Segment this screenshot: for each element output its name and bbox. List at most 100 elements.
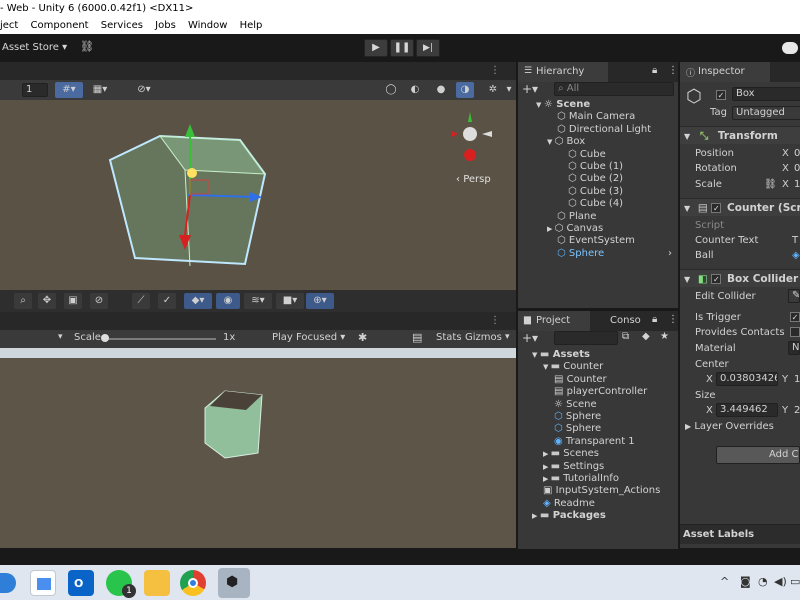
play-button[interactable]: ▶	[364, 39, 388, 57]
project-item[interactable]: ▼ ▬ Counter	[543, 361, 603, 373]
provides-contacts-checkbox[interactable]	[790, 327, 800, 339]
material-field[interactable]: No	[788, 341, 800, 355]
foldout-arrow-icon[interactable]: ▶	[532, 512, 540, 520]
project-item[interactable]: ▼ ▬ Assets	[532, 349, 590, 361]
snap-tool-icon[interactable]: ✓	[158, 293, 176, 309]
scale-slider-track[interactable]	[104, 338, 216, 340]
scale-slider-handle[interactable]	[101, 334, 109, 342]
is-trigger-checkbox[interactable]: ✓	[790, 312, 800, 324]
hierarchy-item[interactable]: ⬡ Plane	[557, 211, 596, 223]
project-item[interactable]: ▶ ▬ Settings	[543, 461, 604, 473]
menu-item-component[interactable]: Component	[31, 20, 89, 31]
menu-item-edit[interactable]: ject	[0, 20, 18, 31]
outlook-icon[interactable]: O	[68, 570, 94, 596]
account-icon[interactable]	[782, 42, 798, 54]
hierarchy-item[interactable]: ⬡ Cube (3)	[568, 186, 623, 198]
stats-button[interactable]: Stats	[436, 332, 462, 343]
foldout-arrow-icon[interactable]: ▶	[547, 225, 555, 233]
center-y-value[interactable]: 1	[794, 374, 800, 386]
foldout-arrow-icon[interactable]: ▼	[543, 363, 551, 371]
scene-viewport[interactable]: ‹ Persp	[0, 100, 516, 290]
game-viewport[interactable]	[0, 348, 516, 548]
hierarchy-item[interactable]: ⬡ Directional Light	[557, 124, 651, 136]
favorites-icon[interactable]: ★	[660, 331, 669, 342]
center-x-field[interactable]: 0.03803426	[716, 372, 778, 386]
step-button[interactable]: ▶|	[416, 39, 440, 57]
counter-script-header[interactable]: ▼ ▤ ✓ Counter (Scrip	[680, 198, 800, 216]
display-dropdown-icon[interactable]: ▾	[58, 332, 63, 342]
foldout-arrow-icon[interactable]: ▶	[543, 450, 551, 458]
project-item[interactable]: ◉ Transparent 1	[554, 436, 635, 448]
draw-mode-dropdown[interactable]: #▾	[55, 82, 83, 98]
hierarchy-lock-icon[interactable]: 🔒︎	[652, 65, 657, 76]
menu-item-help[interactable]: Help	[240, 20, 263, 31]
gizmo-visibility-dropdown[interactable]: ⊘▾	[130, 82, 158, 98]
scene-tab-menu-icon[interactable]: ⋮	[490, 65, 500, 76]
position-x-value[interactable]: 0	[794, 148, 800, 160]
project-menu-icon[interactable]: ⋮	[668, 314, 678, 325]
menu-item-jobs[interactable]: Jobs	[155, 20, 176, 31]
file-explorer-icon[interactable]	[144, 570, 170, 596]
play-focused-dropdown[interactable]: Play Focused ▾	[272, 332, 345, 343]
bug-icon[interactable]: ✱	[358, 331, 367, 344]
foldout-arrow-icon[interactable]: ▼	[532, 351, 540, 359]
project-item[interactable]: ▶ ▬ Scenes	[543, 448, 599, 460]
ball-object-icon[interactable]: ◈	[792, 250, 800, 262]
hierarchy-search-input[interactable]: ⌕ All	[554, 82, 674, 96]
layer-overrides-foldout[interactable]: ▶ Layer Overrides	[685, 421, 774, 433]
tray-chevron-icon[interactable]: ^	[720, 575, 729, 588]
hierarchy-item[interactable]: ▶ ⬡ Canvas	[547, 223, 603, 235]
edit-collider-button[interactable]: ✎	[788, 289, 800, 303]
grid-snap-dropdown[interactable]: ▦▾	[86, 82, 114, 98]
hierarchy-item[interactable]: ⬡ Cube	[568, 149, 606, 161]
project-item[interactable]: ⬡ Sphere	[554, 423, 601, 435]
asset-store-dropdown[interactable]: Asset Store ▾	[2, 40, 67, 56]
project-item[interactable]: ▶ ▬ TutorialInfo	[543, 473, 619, 485]
layers-dropdown[interactable]: ◆▾	[184, 293, 212, 309]
transform-tool-icon[interactable]: ⊘	[90, 293, 108, 309]
project-item[interactable]: ☼ Scene	[554, 399, 597, 411]
resolution-icon[interactable]: ▤	[412, 331, 422, 344]
project-lock-icon[interactable]: 🔒︎	[652, 314, 657, 325]
shaded-wireframe-icon[interactable]: ◐	[406, 82, 424, 98]
hierarchy-item[interactable]: ⬡ Cube (1)	[568, 161, 623, 173]
tray-battery-icon[interactable]: ▭	[790, 575, 800, 588]
zoom-tool-icon[interactable]: ⌕	[14, 293, 32, 309]
hierarchy-item[interactable]: ⬡ EventSystem	[557, 235, 635, 247]
hierarchy-item[interactable]: ⬡ Sphere	[557, 248, 604, 260]
tray-volume-icon[interactable]: ◀)	[774, 575, 787, 588]
chrome-icon[interactable]	[180, 570, 206, 596]
visibility-toggle-icon[interactable]: ◉	[216, 293, 240, 309]
tab-console[interactable]: Conso	[592, 311, 644, 331]
size-x-field[interactable]: 3.449462	[716, 403, 778, 417]
effects-toggle-icon[interactable]: ✲	[484, 82, 502, 98]
project-item[interactable]: ◈ Readme	[543, 498, 595, 510]
counter-enabled-checkbox[interactable]: ✓	[711, 203, 722, 213]
menu-item-window[interactable]: Window	[188, 20, 227, 31]
camera-dropdown[interactable]: ■▾	[276, 293, 304, 309]
tray-camera-icon[interactable]: ◙	[740, 575, 751, 588]
unity-taskbar-icon[interactable]: ⬢	[218, 568, 250, 598]
hierarchy-item[interactable]: ⬡ Main Camera	[557, 111, 635, 123]
scale-x-value[interactable]: 1	[794, 179, 800, 191]
size-y-value[interactable]: 2	[794, 405, 800, 417]
project-item[interactable]: ⬡ Sphere	[554, 411, 601, 423]
layers-visibility-dropdown[interactable]: ≋▾	[244, 293, 272, 309]
wireframe-shading-icon[interactable]: ◯	[382, 82, 400, 98]
hierarchy-menu-icon[interactable]: ⋮	[668, 65, 678, 76]
version-control-icon[interactable]: ⛓	[80, 40, 94, 53]
tray-wifi-icon[interactable]: ◔	[758, 575, 768, 588]
custom-tool-icon[interactable]: ⟋	[132, 293, 150, 309]
lighting-toggle-icon[interactable]: ◑	[456, 82, 474, 98]
scene-view-dropdown-icon[interactable]: ▾	[504, 82, 514, 98]
rect-tool-icon[interactable]: ▣	[64, 293, 82, 309]
text-field-icon[interactable]: T	[792, 235, 798, 247]
prefab-open-chevron-icon[interactable]: ›	[668, 248, 672, 260]
project-add-button[interactable]: +▾	[522, 331, 538, 345]
asset-labels-bar[interactable]: Asset Labels	[680, 524, 800, 544]
hierarchy-item[interactable]: ⬡ Cube (4)	[568, 198, 623, 210]
hierarchy-item[interactable]: ▼ ⬡ Box	[547, 136, 585, 148]
hierarchy-add-button[interactable]: +▾	[522, 82, 538, 96]
gizmos-button[interactable]: Gizmos	[465, 332, 502, 343]
link-icon[interactable]: ⛓	[764, 179, 777, 191]
